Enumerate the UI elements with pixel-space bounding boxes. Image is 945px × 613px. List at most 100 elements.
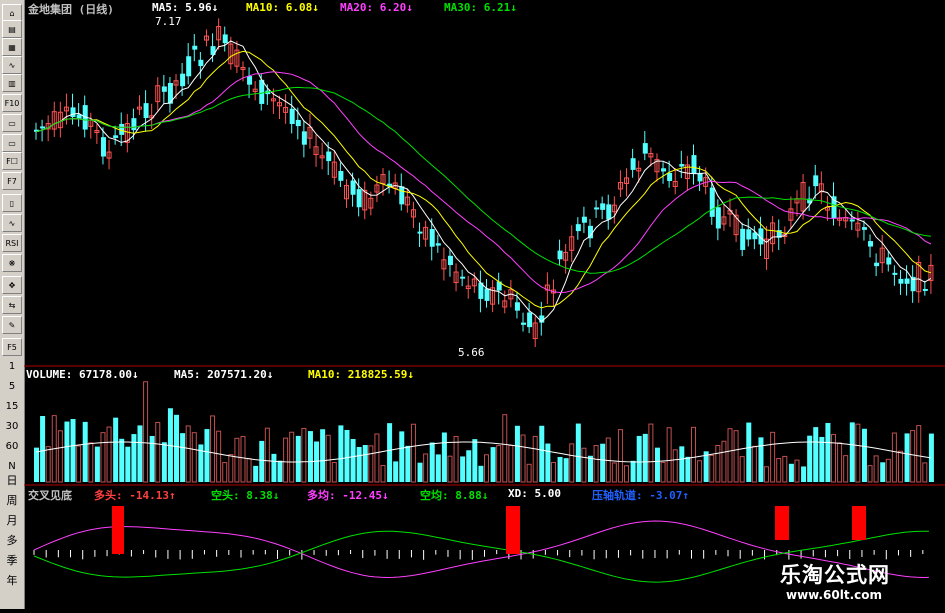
volume-bar (100, 432, 106, 483)
volume-bar (325, 434, 331, 483)
volume-bar (410, 423, 416, 483)
candle-body (557, 250, 563, 260)
volume-bar (453, 436, 459, 483)
toolbar-line-chart-button[interactable]: ∿ (2, 56, 22, 74)
candle (532, 316, 538, 348)
volume-bar (825, 422, 831, 482)
candle-body (904, 278, 910, 284)
toolbar-grid-button[interactable]: ▦ (2, 38, 22, 56)
indicator-duotou: 多头: -14.13↑ (94, 489, 176, 502)
candle (259, 73, 265, 111)
candle (550, 279, 556, 307)
period-button-0[interactable]: 日 (2, 472, 22, 490)
candle-body (399, 186, 405, 205)
volume-bar (794, 459, 800, 483)
candle (892, 265, 898, 286)
candle-body (259, 79, 265, 104)
candle (88, 112, 94, 139)
candle-body (527, 312, 533, 328)
period-button-2[interactable]: 月 (2, 512, 22, 530)
candle (746, 218, 752, 247)
candle-body (113, 135, 119, 138)
candle-body (70, 107, 76, 118)
toolbar-scale-3[interactable]: 30 (2, 418, 22, 436)
period-button-3[interactable]: 多 (2, 532, 22, 550)
candle (326, 141, 332, 175)
stock-chart[interactable]: 金地集团 (日线) MA5: 5.96↓ MA10: 6.08↓ MA20: 6… (24, 0, 945, 609)
toolbar-wave-button[interactable]: ∿ (2, 214, 22, 232)
candle (441, 247, 447, 281)
volume-bar (119, 438, 125, 482)
volume-bar (587, 455, 593, 482)
toolbar-scale-4[interactable]: 60 (2, 438, 22, 456)
volume-bar (679, 446, 685, 482)
volume-bar (155, 421, 161, 483)
bottom-signal-bar (775, 506, 789, 540)
candle-body (435, 243, 441, 246)
candle-body (143, 103, 149, 118)
candle (106, 139, 112, 170)
volume-bar (45, 446, 51, 483)
candle (167, 76, 173, 113)
volume-bar (429, 442, 435, 482)
candlestick-series (34, 18, 934, 348)
period-button-1[interactable]: 周 (2, 492, 22, 510)
volume-bar (508, 444, 514, 483)
candle (392, 173, 398, 195)
toolbar-rsi-button[interactable]: RSI (2, 234, 22, 252)
period-button-4[interactable]: 季 (2, 552, 22, 570)
volume-bar (904, 433, 910, 482)
volume-bar (727, 428, 733, 483)
candle (453, 263, 459, 292)
volume-bar (137, 425, 143, 482)
chart-canvas[interactable] (24, 0, 945, 609)
volume-bar (557, 456, 563, 482)
candle (51, 101, 57, 137)
volume-bar (484, 454, 489, 483)
candle-body (715, 207, 721, 229)
toolbar-scale-1[interactable]: 5 (2, 378, 22, 396)
volume-bar (307, 431, 313, 482)
volume-bar (210, 415, 216, 483)
toolbar-window-2-button[interactable]: ▭ (2, 134, 22, 152)
toolbar-move-button[interactable]: ✥ (2, 276, 22, 294)
volume-bar (782, 455, 788, 483)
candle-body (861, 227, 867, 230)
indicator-kongjun: 空均: 8.88↓ (420, 489, 489, 502)
toolbar-bar-chart-button[interactable]: ▥ (2, 74, 22, 92)
toolbar-f-box-button[interactable]: F☐ (2, 152, 22, 170)
toolbar-window-button[interactable]: ▭ (2, 114, 22, 132)
volume-bar (216, 430, 222, 483)
toolbar-f7-button[interactable]: F7 (2, 172, 22, 190)
indicator-duojun: 多均: -12.45↓ (307, 489, 389, 502)
volume-bar (374, 433, 380, 483)
toolbar-gear-button[interactable]: ❋ (2, 254, 22, 272)
toolbar-panel-button[interactable]: ▯ (2, 194, 22, 212)
period-button-5[interactable]: 年 (2, 572, 22, 590)
volume-bar (867, 465, 873, 483)
volume-bar (861, 428, 867, 482)
candle (740, 222, 746, 257)
volume-bar (472, 439, 478, 482)
candle (338, 162, 344, 188)
volume-bar (642, 433, 648, 482)
toolbar-pencil-button[interactable]: ✎ (2, 316, 22, 334)
candle-body (484, 288, 490, 301)
candle-body (186, 56, 192, 77)
candle-body (740, 228, 746, 250)
volume-bar (64, 421, 70, 482)
toolbar-f5-button[interactable]: F5 (2, 338, 22, 356)
watermark-url: www.60lt.com (786, 588, 883, 602)
candle (874, 253, 880, 277)
candle (600, 196, 606, 220)
toolbar-f10-button[interactable]: F10 (2, 94, 22, 112)
volume-bar (873, 455, 879, 483)
volume-bar (801, 466, 807, 482)
toolbar-scale-0[interactable]: 1 (2, 358, 22, 376)
toolbar-swap-button[interactable]: ⇆ (2, 296, 22, 314)
toolbar-scale-2[interactable]: 15 (2, 398, 22, 416)
volume-bar (264, 427, 270, 483)
volume-bar (204, 429, 210, 482)
candle (624, 168, 630, 197)
toolbar-list-button[interactable]: ▤ (2, 20, 22, 38)
